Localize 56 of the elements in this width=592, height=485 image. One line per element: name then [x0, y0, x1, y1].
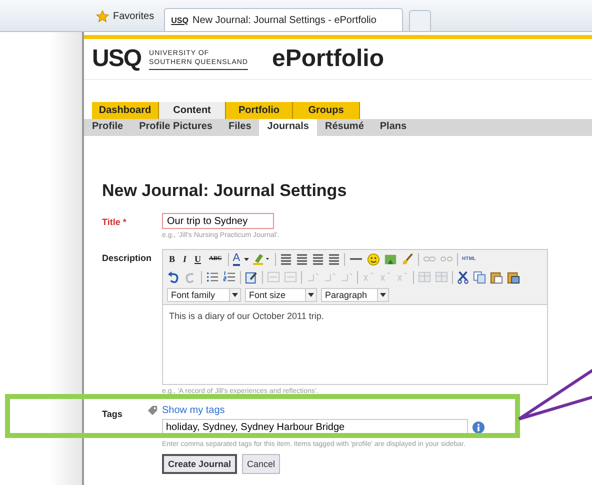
sub-tab[interactable]: Résumé	[316, 119, 372, 136]
image-icon[interactable]	[384, 252, 398, 266]
format-button[interactable]: U	[192, 254, 204, 264]
format-button[interactable]: B	[167, 254, 178, 264]
numbered-list-icon[interactable]	[223, 271, 236, 283]
description-field[interactable]: This is a diary of our October 2011 trip.	[163, 304, 547, 384]
logo-text: USQ	[92, 47, 142, 71]
undo-icon[interactable]	[167, 271, 180, 283]
star-icon	[96, 10, 109, 22]
favorites-label: Favorites	[113, 10, 154, 22]
bullet-list-icon[interactable]	[206, 271, 219, 283]
app-name: ePortfolio	[272, 45, 384, 73]
text-color-button[interactable]: A	[232, 252, 240, 266]
copy-icon[interactable]	[473, 270, 486, 284]
show-tags-link[interactable]: Show my tags	[162, 405, 225, 416]
favorites-button[interactable]: Favorites	[92, 5, 158, 27]
title-label: Title *	[102, 216, 128, 229]
brush-icon[interactable]	[401, 252, 414, 266]
site-favicon: USQ	[171, 16, 188, 24]
format-select[interactable]: Paragraph	[321, 288, 389, 302]
smiley-icon[interactable]	[367, 252, 380, 266]
tags-label: Tags	[102, 408, 124, 421]
cancel-button[interactable]: Cancel	[242, 454, 280, 474]
sub-tab[interactable]: Plans	[372, 119, 415, 136]
caret-icon	[244, 258, 250, 260]
paste-icon[interactable]	[490, 270, 503, 284]
paste-text-icon[interactable]	[507, 270, 520, 284]
tab-title: New Journal: Journal Settings - ePortfolio	[192, 14, 376, 26]
main-tab[interactable]: Dashboard	[92, 102, 159, 119]
sub-tab[interactable]: Profile	[84, 119, 132, 136]
info-icon[interactable]	[472, 420, 485, 434]
create-journal-button[interactable]: Create Journal	[162, 454, 238, 474]
highlight-color-icon[interactable]	[253, 252, 272, 266]
sub-tab[interactable]: Files	[220, 119, 260, 136]
align-icon[interactable]	[296, 253, 308, 265]
cut-icon[interactable]	[457, 270, 469, 284]
sub-tab[interactable]: Profile Pictures	[131, 119, 220, 136]
edit-icon[interactable]	[245, 270, 258, 284]
main-tab[interactable]: Groups	[293, 102, 360, 119]
caret-icon	[308, 293, 314, 297]
browser-tab[interactable]: USQ New Journal: Journal Settings - ePortfolio	[164, 8, 404, 31]
tag-icon	[147, 405, 158, 416]
align-icon[interactable]	[312, 253, 324, 265]
description-label: Description	[102, 252, 153, 265]
font-family-select[interactable]: Font family	[167, 288, 241, 302]
title-field[interactable]: Our trip to Sydney	[162, 213, 274, 229]
page-heading: New Journal: Journal Settings	[102, 181, 348, 201]
sub-tab[interactable]: Journals	[259, 119, 317, 136]
align-icon[interactable]	[280, 253, 292, 265]
font-size-select[interactable]: Font size	[245, 288, 317, 302]
main-tab[interactable]: Content	[159, 102, 226, 119]
main-tab[interactable]: Portfolio	[226, 102, 293, 119]
format-button[interactable]: I	[181, 254, 189, 264]
caret-icon	[380, 293, 386, 297]
align-icon[interactable]	[328, 253, 340, 265]
caret-icon	[232, 293, 238, 297]
